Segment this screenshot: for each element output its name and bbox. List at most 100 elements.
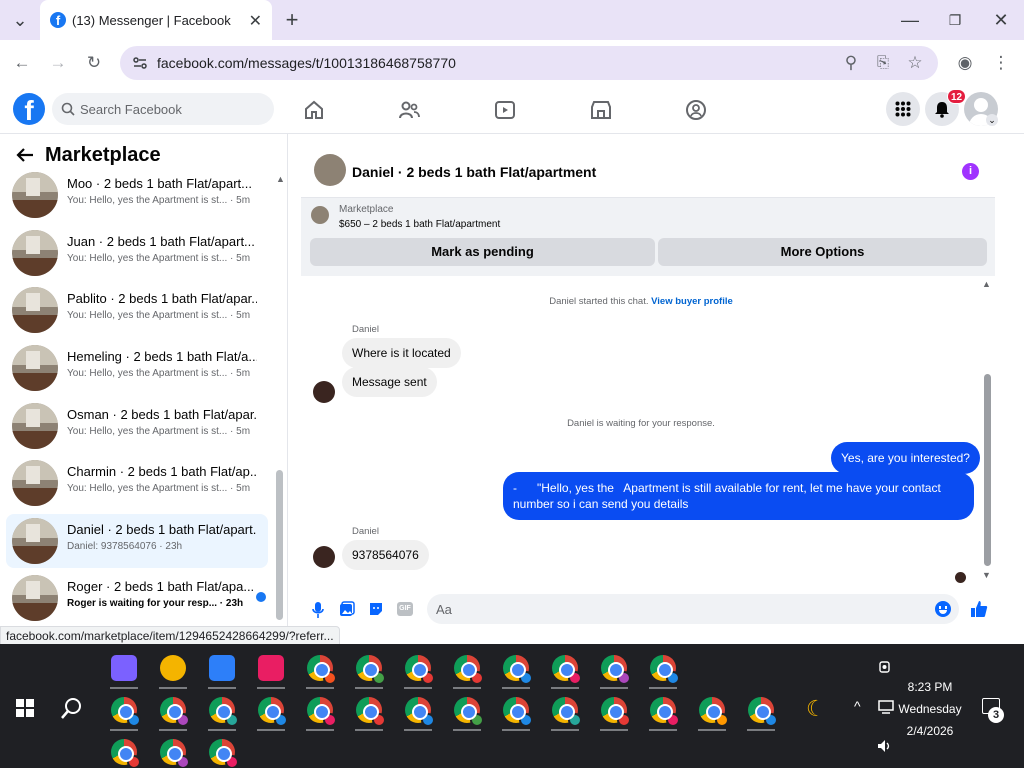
- menu-grid-button[interactable]: [886, 92, 920, 126]
- chat-scroll-up-icon[interactable]: ▲: [982, 279, 991, 289]
- profile-icon[interactable]: ◉: [954, 52, 976, 74]
- taskbar-app-icon[interactable]: [451, 694, 484, 731]
- windows-start-icon[interactable]: [16, 699, 34, 717]
- chat-title[interactable]: Daniel · 2 beds 1 bath Flat/apartment: [352, 164, 596, 180]
- show-hidden-icons-icon[interactable]: ^: [854, 698, 861, 714]
- facebook-search-input[interactable]: Search Facebook: [52, 93, 274, 125]
- back-icon[interactable]: ←: [11, 52, 33, 74]
- taskbar-app-icon[interactable]: [108, 694, 141, 731]
- restore-icon[interactable]: ❐: [943, 8, 967, 32]
- reload-icon[interactable]: ↻: [83, 52, 105, 74]
- forward-icon[interactable]: →: [47, 52, 69, 74]
- conversation-preview: Roger is waiting for your resp... · 23h: [67, 598, 244, 609]
- minimize-icon[interactable]: —: [898, 8, 922, 32]
- microphone-icon[interactable]: [311, 601, 325, 619]
- taskbar-app-icon[interactable]: [108, 652, 140, 689]
- menu-kebab-icon[interactable]: ⋮: [990, 52, 1012, 74]
- facebook-logo-icon[interactable]: f: [13, 93, 45, 125]
- conversation-item[interactable]: Juan · 2 beds 1 bath Flat/apart... You: H…: [6, 226, 268, 280]
- conversation-item[interactable]: Daniel · 2 beds 1 bath Flat/apart... Dani…: [6, 514, 268, 568]
- home-icon[interactable]: [302, 98, 326, 122]
- taskbar-app-icon[interactable]: [598, 652, 631, 689]
- view-buyer-profile-link[interactable]: View buyer profile: [651, 296, 733, 307]
- taskbar-app-icon[interactable]: [255, 652, 287, 689]
- tab-search-chevron-icon[interactable]: ⌄: [8, 8, 32, 32]
- incoming-message[interactable]: Message sent: [342, 367, 437, 397]
- conversation-item[interactable]: Hemeling · 2 beds 1 bath Flat/a... You: H…: [6, 341, 268, 395]
- chat-avatar[interactable]: [314, 154, 346, 186]
- conversation-item[interactable]: Roger · 2 beds 1 bath Flat/apa... Roger i…: [6, 571, 268, 625]
- taskbar-app-icon[interactable]: [549, 652, 582, 689]
- message-input[interactable]: Aa: [427, 594, 959, 624]
- taskbar-app-icon[interactable]: [206, 652, 238, 689]
- weather-moon-icon[interactable]: ☾: [806, 696, 826, 722]
- chat-scroll-down-icon[interactable]: ▼: [982, 570, 991, 580]
- sender-avatar[interactable]: [313, 546, 335, 568]
- incoming-message[interactable]: Where is it located: [342, 338, 461, 368]
- sticker-icon[interactable]: [368, 601, 384, 617]
- listing-avatar: [12, 172, 58, 218]
- taskbar-app-icon[interactable]: [500, 694, 533, 731]
- message-thread: Daniel started this chat. View buyer pro…: [301, 276, 995, 588]
- photo-icon[interactable]: [339, 601, 355, 617]
- taskbar-app-icon[interactable]: [157, 736, 190, 768]
- info-icon[interactable]: i: [962, 163, 979, 180]
- taskbar-app-icon[interactable]: [206, 736, 239, 768]
- chat-scrollbar[interactable]: [984, 374, 991, 566]
- install-app-icon[interactable]: ⎘: [872, 52, 894, 74]
- video-icon[interactable]: [493, 98, 517, 122]
- taskbar-app-icon[interactable]: [745, 694, 778, 731]
- close-tab-icon[interactable]: ✕: [249, 11, 262, 31]
- new-tab-icon[interactable]: +: [280, 8, 304, 32]
- taskbar-app-icon[interactable]: [353, 694, 386, 731]
- friends-icon[interactable]: [397, 98, 421, 122]
- account-chevron-icon[interactable]: ⌄: [986, 114, 998, 126]
- taskbar-app-icon[interactable]: [696, 694, 729, 731]
- taskbar-app-icon[interactable]: [157, 652, 189, 689]
- listing-price[interactable]: $650 – 2 beds 1 bath Flat/apartment: [339, 219, 500, 230]
- taskbar-app-icon[interactable]: [304, 694, 337, 731]
- mark-as-pending-button[interactable]: Mark as pending: [310, 238, 655, 266]
- back-arrow-icon[interactable]: [16, 147, 34, 163]
- taskbar-app-icon[interactable]: [255, 694, 288, 731]
- gif-icon[interactable]: GIF: [397, 602, 413, 616]
- bookmark-star-icon[interactable]: ☆: [904, 52, 926, 74]
- taskbar-app-icon[interactable]: [206, 694, 239, 731]
- more-options-button[interactable]: More Options: [658, 238, 987, 266]
- taskbar-app-icon[interactable]: [304, 652, 337, 689]
- conversation-item[interactable]: Moo · 2 beds 1 bath Flat/apart... You: He…: [6, 168, 268, 222]
- incoming-message[interactable]: 9378564076: [342, 540, 429, 570]
- taskbar-app-icon[interactable]: [157, 694, 190, 731]
- outgoing-message[interactable]: - "Hello, yes the Apartment is still ava…: [503, 472, 974, 520]
- window-close-icon[interactable]: ✕: [989, 8, 1013, 32]
- groups-icon[interactable]: [684, 98, 708, 122]
- listing-thumbnail[interactable]: [311, 206, 329, 224]
- address-bar[interactable]: facebook.com/messages/t/1001318646875877…: [120, 46, 938, 80]
- scroll-up-icon[interactable]: ▲: [276, 174, 285, 184]
- taskbar-app-icon[interactable]: [353, 652, 386, 689]
- taskbar-app-icon[interactable]: [402, 694, 435, 731]
- sender-avatar[interactable]: [313, 381, 335, 403]
- emoji-icon[interactable]: [935, 601, 951, 617]
- meet-now-icon[interactable]: [878, 659, 892, 675]
- conversation-list-scrollbar[interactable]: [276, 470, 283, 620]
- zoom-icon[interactable]: ⚲: [840, 52, 862, 74]
- conversation-item[interactable]: Pablito · 2 beds 1 bath Flat/apar... You:…: [6, 283, 268, 337]
- taskbar-app-icon[interactable]: [451, 652, 484, 689]
- conversation-item[interactable]: Osman · 2 beds 1 bath Flat/apar... You: H…: [6, 399, 268, 453]
- marketplace-icon[interactable]: [589, 98, 613, 122]
- taskbar-app-icon[interactable]: [647, 652, 680, 689]
- taskbar-app-icon[interactable]: [500, 652, 533, 689]
- taskbar-app-icon[interactable]: [402, 652, 435, 689]
- taskbar-app-icon[interactable]: [108, 736, 141, 768]
- search-icon[interactable]: [61, 697, 83, 719]
- taskbar-clock[interactable]: 8:23 PM Wednesday 2/4/2026: [870, 676, 990, 742]
- taskbar-app-icon[interactable]: [549, 694, 582, 731]
- outgoing-message[interactable]: Yes, are you interested?: [831, 442, 980, 474]
- thumbs-up-icon[interactable]: [970, 600, 988, 618]
- taskbar-app-icon[interactable]: [598, 694, 631, 731]
- taskbar-app-icon[interactable]: [647, 694, 680, 731]
- browser-tab[interactable]: f (13) Messenger | Facebook ✕: [40, 0, 272, 40]
- conversation-item[interactable]: Charmin · 2 beds 1 bath Flat/ap... You: H…: [6, 456, 268, 510]
- site-info-icon[interactable]: [132, 55, 148, 71]
